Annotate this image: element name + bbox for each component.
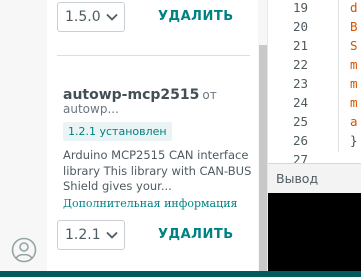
status-bar <box>0 271 361 277</box>
code-text: m <box>350 76 358 91</box>
line-number: 26 <box>292 133 308 148</box>
code-text: d <box>350 0 358 15</box>
code-line: 24 m <box>268 95 361 114</box>
activity-bar <box>0 0 47 271</box>
code-editor[interactable]: 19 d 20 B 21 S 22 m 23 m 24 m 25 a 26 } … <box>268 0 361 163</box>
library-separator <box>57 55 250 56</box>
version-select-top[interactable]: 1.5.0 <box>57 2 125 32</box>
chevron-down-icon <box>106 13 118 21</box>
library-by-label: от <box>202 88 217 102</box>
line-number: 22 <box>292 57 308 72</box>
code-line: 22 m <box>268 57 361 76</box>
code-line: 21 S <box>268 38 361 57</box>
code-line: 23 m <box>268 76 361 95</box>
library-manager-panel: 1.5.0 УДАЛИТЬ autowp-mcp2515 от autowp...… <box>0 0 268 271</box>
remove-button[interactable]: УДАЛИТЬ <box>158 227 234 242</box>
more-info-link[interactable]: Дополнительная информация <box>63 197 237 210</box>
version-select-top-value: 1.5.0 <box>65 9 101 25</box>
code-line: 27 <box>268 152 361 163</box>
line-number: 27 <box>292 152 308 163</box>
editor-indent-guide <box>338 0 339 152</box>
line-number: 19 <box>292 0 308 15</box>
code-text: B <box>350 19 358 34</box>
output-console[interactable] <box>268 193 361 271</box>
code-text: m <box>350 57 358 72</box>
line-number: 23 <box>292 76 308 91</box>
line-number: 20 <box>292 19 308 34</box>
library-name: autowp-mcp2515 <box>63 87 200 103</box>
line-number: 25 <box>292 114 308 129</box>
line-number: 24 <box>292 95 308 110</box>
code-text: } <box>350 133 358 148</box>
code-line: 25 a <box>268 114 361 133</box>
code-line: 19 d <box>268 0 361 19</box>
version-select-value: 1.2.1 <box>65 227 101 243</box>
library-author: autowp... <box>63 102 119 116</box>
chevron-down-icon <box>106 231 118 239</box>
code-line: 20 B <box>268 19 361 38</box>
library-description: Arduino MCP2515 CAN interface library Th… <box>63 148 252 193</box>
code-line: 26 } <box>268 133 361 152</box>
code-text: a <box>350 114 358 129</box>
output-panel-title[interactable]: Вывод <box>276 171 318 186</box>
line-number: 21 <box>292 38 308 53</box>
code-text: S <box>350 38 358 53</box>
remove-button-top[interactable]: УДАЛИТЬ <box>158 9 234 24</box>
installed-badge: 1.2.1 установлен <box>63 122 172 141</box>
code-text: m <box>350 95 358 110</box>
library-title: autowp-mcp2515 от <box>63 84 217 103</box>
output-panel-header: Вывод <box>268 163 361 193</box>
account-icon[interactable] <box>11 237 37 263</box>
version-select[interactable]: 1.2.1 <box>57 220 125 250</box>
